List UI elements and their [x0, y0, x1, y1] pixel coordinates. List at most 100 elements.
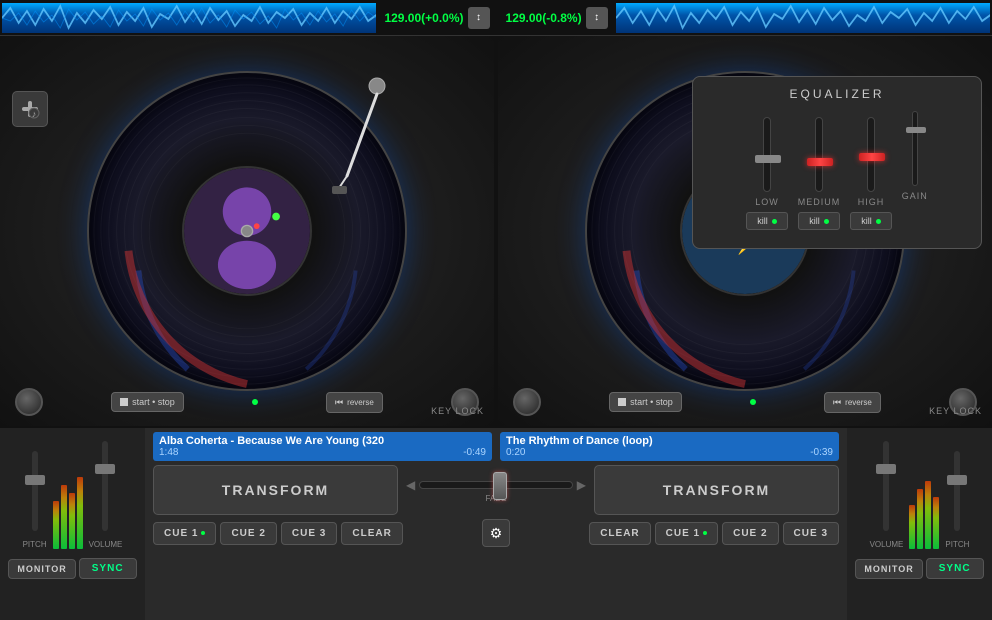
track-info-right: The Rhythm of Dance (loop) 0:20 -0:39: [500, 432, 839, 461]
turntable-left[interactable]: [77, 61, 417, 401]
cue-row: CUE 1 CUE 2 CUE 3 CLEAR ⚙ CLEAR CUE 1 CU…: [153, 519, 839, 547]
track-times-left: 1:48 -0:49: [159, 447, 486, 458]
start-led-right: [750, 399, 756, 405]
eq-label-low: LOW: [755, 197, 779, 207]
clear-left-button[interactable]: CLEAR: [341, 522, 402, 545]
stop-icon-right: [618, 398, 626, 406]
right-side-controls: VOLUME PITCH MONITOR SYNC: [847, 428, 992, 620]
sync-left-button[interactable]: SYNC: [79, 558, 137, 579]
eq-kill-medium-button[interactable]: kill: [798, 212, 840, 230]
eq-kill-low-button[interactable]: kill: [746, 212, 788, 230]
volume-label-left: VOLUME: [89, 540, 123, 549]
volume-fader-track-left[interactable]: [102, 441, 108, 531]
eq-channel-low: LOW kill: [746, 117, 788, 230]
volume-fader-track-right[interactable]: [883, 441, 889, 531]
track-info-left: Alba Coherta - Because We Are Young (320…: [153, 432, 492, 461]
crossfader-row: ◀ ▶: [406, 478, 586, 492]
pitch-fader-handle-left[interactable]: [25, 475, 45, 485]
volume-fader-handle-right[interactable]: [876, 464, 896, 474]
svg-text:♪: ♪: [32, 109, 37, 119]
start-stop-left-button[interactable]: start • stop: [111, 392, 184, 412]
center-mixer: Alba Coherta - Because We Are Young (320…: [145, 428, 847, 620]
crossfader-handle[interactable]: [493, 472, 507, 500]
volume-fader-right: VOLUME: [870, 436, 904, 549]
eq-channel-high: HIGH kill: [850, 117, 892, 230]
key-lock-left: KEY LOCK: [431, 406, 484, 416]
crossfader-track[interactable]: [419, 481, 573, 489]
cue1-right-button[interactable]: CUE 1: [655, 522, 718, 545]
track-name-right: The Rhythm of Dance (loop): [506, 435, 833, 447]
deck2-bottom-controls: start • stop ⏮ reverse: [498, 388, 992, 416]
deck-2: ♪: [498, 36, 992, 426]
reverse-left-button[interactable]: ⏮ reverse: [326, 392, 383, 413]
eq-title: EQUALIZER: [703, 87, 971, 101]
crossfader-arrow-left: ◀: [406, 478, 415, 492]
eq-thumb-medium[interactable]: [807, 158, 833, 166]
monitor-right-button[interactable]: MONITOR: [855, 559, 922, 579]
meter-bar-r4: [933, 497, 939, 549]
settings-button[interactable]: ⚙: [482, 519, 510, 547]
volume-fader-handle-left[interactable]: [95, 464, 115, 474]
eq-label-high: HIGH: [858, 197, 885, 207]
mixer-area: PITCH VOLUME MONITOR SYNC: [0, 426, 992, 620]
eq-kill-high-button[interactable]: kill: [850, 212, 892, 230]
monitor-left-button[interactable]: MONITOR: [8, 559, 75, 579]
sync-right-button[interactable]: SYNC: [926, 558, 984, 579]
deck-1: ♪: [0, 36, 494, 426]
eq-thumb-high[interactable]: [859, 153, 885, 161]
waveform-bar: 129.00(+0.0%) ↕ 129.00(-0.8%) ↕: [0, 0, 992, 36]
time-remaining-right: -0:39: [810, 447, 833, 458]
eq-gain-thumb[interactable]: [906, 127, 926, 133]
pitch-label-right: PITCH: [945, 540, 969, 549]
stop-icon-left: [120, 398, 128, 406]
left-side-controls: PITCH VOLUME MONITOR SYNC: [0, 428, 145, 620]
meter-bar-1: [53, 501, 59, 549]
pitch-fader-left: PITCH: [23, 446, 47, 549]
meter-bar-2: [61, 485, 67, 549]
transform-left-button[interactable]: TRANSFORM: [153, 465, 398, 515]
pitch-adjust-right-icon[interactable]: ↕: [586, 7, 608, 29]
meter-bar-r3: [925, 481, 931, 549]
meter-bar-4: [77, 477, 83, 549]
knob-left-1[interactable]: [15, 388, 43, 416]
volume-fader-left: VOLUME: [89, 436, 123, 549]
pitch-fader-track-left[interactable]: [32, 451, 38, 531]
transform-right-button[interactable]: TRANSFORM: [594, 465, 839, 515]
eq-slider-high[interactable]: [867, 117, 875, 192]
clear-right-button[interactable]: CLEAR: [589, 522, 650, 545]
cue2-right-button[interactable]: CUE 2: [722, 522, 778, 545]
level-meters-left: [53, 469, 83, 549]
crossfader-container: ◀ ▶ FADE: [406, 478, 586, 503]
eq-slider-medium[interactable]: [815, 117, 823, 192]
eq-label-medium: MEDIUM: [798, 197, 841, 207]
time-elapsed-left: 1:48: [159, 447, 178, 458]
meter-bar-r1: [909, 505, 915, 549]
bpm-left-display: 129.00(+0.0%) ↕: [376, 7, 497, 29]
transform-row: TRANSFORM ◀ ▶ FADE TRANSFORM: [153, 465, 839, 515]
key-lock-right: KEY LOCK: [929, 406, 982, 416]
eq-label-gain: GAIN: [902, 191, 928, 201]
deck1-bottom-controls: start • stop ⏮ reverse: [0, 388, 494, 416]
knob-left-2[interactable]: [513, 388, 541, 416]
waveform-left[interactable]: [2, 3, 376, 33]
time-elapsed-right: 0:20: [506, 447, 525, 458]
add-music-left-button[interactable]: ♪: [12, 91, 48, 127]
pitch-fader-track-right[interactable]: [954, 451, 960, 531]
bpm-right-display: 129.00(-0.8%) ↕: [498, 7, 616, 29]
eq-slider-low[interactable]: [763, 117, 771, 192]
start-stop-right-button[interactable]: start • stop: [609, 392, 682, 412]
track-name-left: Alba Coherta - Because We Are Young (320: [159, 435, 486, 447]
pitch-adjust-left-icon[interactable]: ↕: [468, 7, 490, 29]
decks-area: ♪: [0, 36, 992, 426]
reverse-right-button[interactable]: ⏮ reverse: [824, 392, 881, 413]
cue3-right-button[interactable]: CUE 3: [783, 522, 839, 545]
right-bottom-controls: MONITOR SYNC: [855, 558, 983, 579]
cue3-left-button[interactable]: CUE 3: [281, 522, 337, 545]
eq-thumb-low[interactable]: [755, 155, 781, 163]
track-times-right: 0:20 -0:39: [506, 447, 833, 458]
pitch-fader-handle-right[interactable]: [947, 475, 967, 485]
waveform-right[interactable]: [616, 3, 990, 33]
eq-gain-slider[interactable]: [912, 111, 918, 186]
cue2-left-button[interactable]: CUE 2: [220, 522, 276, 545]
cue1-left-button[interactable]: CUE 1: [153, 522, 216, 545]
